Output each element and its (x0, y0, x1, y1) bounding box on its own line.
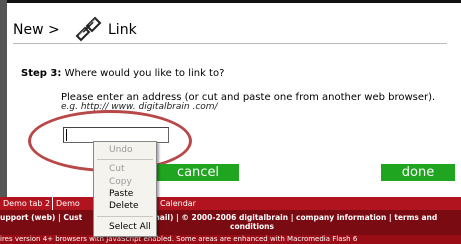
cancel-button[interactable]: cancel (157, 164, 239, 181)
tab-demo[interactable]: Demo (56, 197, 80, 210)
breadcrumb-new[interactable]: New > (13, 22, 60, 38)
footer-support-link[interactable]: upport (web) (0, 213, 55, 222)
page-header: New > Link (13, 8, 447, 44)
footer-conditions-link[interactable]: conditions (230, 222, 274, 231)
context-menu-separator (97, 159, 153, 160)
link-chain-icon (75, 16, 102, 42)
context-menu: Undo Cut Copy Paste Delete Select All (93, 141, 157, 237)
context-menu-cut[interactable]: Cut (109, 164, 125, 174)
context-menu-paste[interactable]: Paste (109, 189, 133, 199)
tab-bar: Demo tab 2 Demo Calendar (0, 197, 461, 210)
browser-requirements-text: ires version 4+ browsers with JavaScript… (0, 235, 358, 243)
context-menu-select-all[interactable]: Select All (109, 222, 151, 232)
footer-customer-link[interactable]: Cust (63, 213, 82, 222)
page-title: Link (108, 22, 137, 38)
done-button[interactable]: done (381, 164, 455, 181)
footer-copyright: email) | © 2000-2006 digitalbrain | comp… (146, 213, 438, 222)
tab-divider (52, 197, 53, 210)
tab-demo-2[interactable]: Demo tab 2 (3, 197, 50, 210)
step-label: Step 3: (21, 68, 62, 79)
footer: upport (web) | Cust email) | © 2000-2006… (0, 210, 461, 235)
step-text: Where would you like to link to? (64, 68, 225, 79)
step-question: Step 3: Where would you like to link to? (21, 68, 224, 79)
context-menu-copy[interactable]: Copy (109, 177, 132, 187)
tab-calendar[interactable]: Calendar (160, 197, 196, 210)
footer-links: upport (web) | Cust email) | © 2000-2006… (0, 213, 438, 222)
context-menu-undo[interactable]: Undo (109, 145, 133, 155)
browser-requirements-bar: ires version 4+ browsers with JavaScript… (0, 235, 461, 244)
context-menu-delete[interactable]: Delete (109, 201, 139, 211)
context-menu-separator (97, 216, 153, 217)
text-caret (66, 129, 67, 141)
